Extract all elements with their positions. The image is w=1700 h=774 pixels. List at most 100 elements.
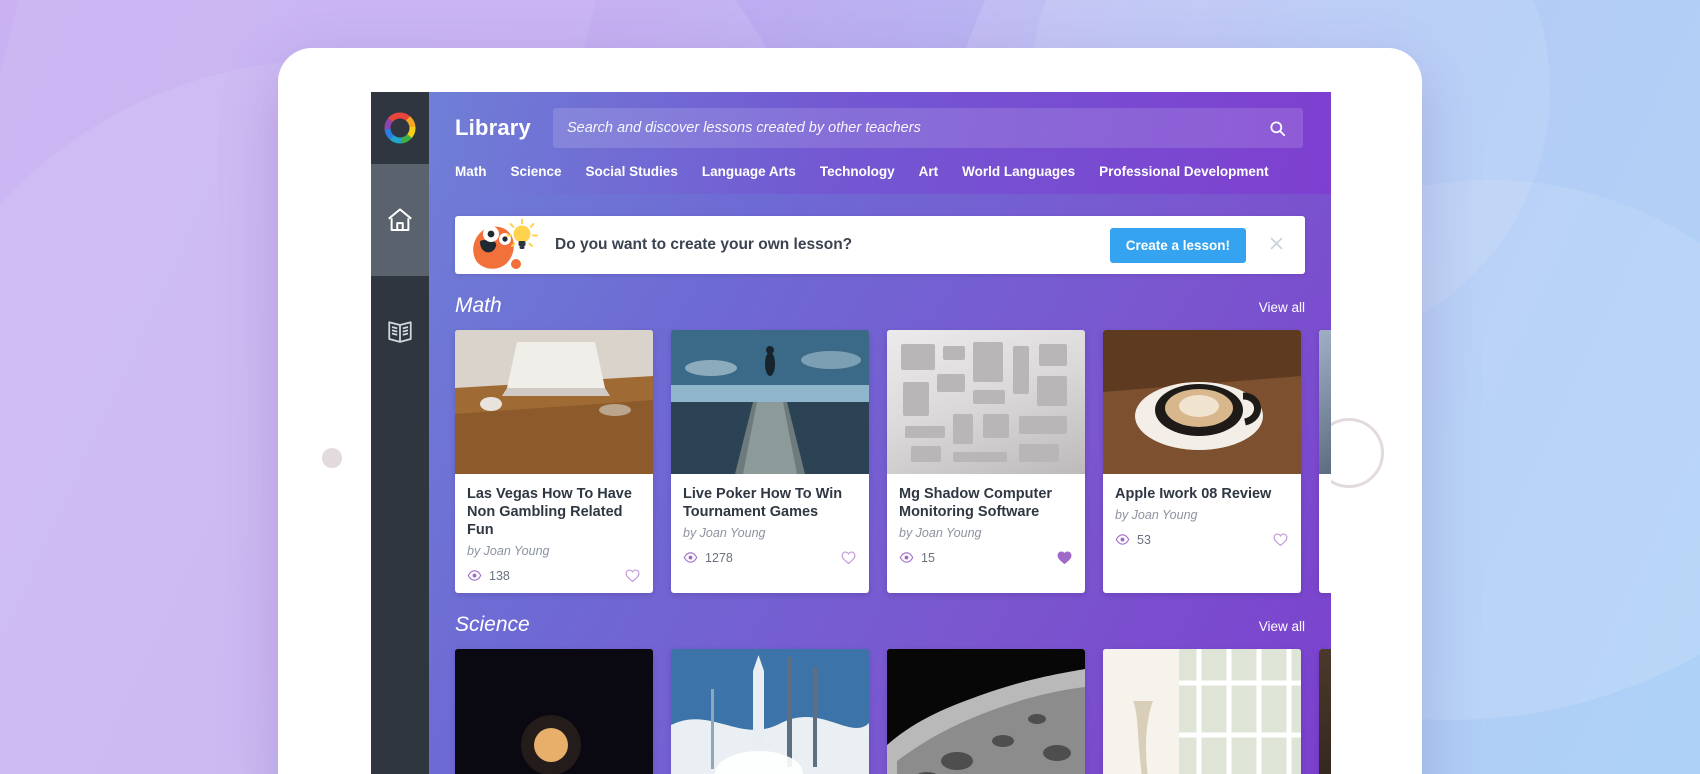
card-author: by Joan Young <box>1115 508 1198 523</box>
card-thumbnail <box>455 649 653 774</box>
sidebar-item-lessons[interactable] <box>371 276 429 388</box>
card-title: Las Vegas How To Have Non Gambling Relat… <box>467 486 632 539</box>
left-nav-rail <box>371 92 429 774</box>
section-science: Science View all <box>455 613 1331 774</box>
card-thumbnail <box>1319 330 1331 474</box>
card-body: Mg Shadow Computer Monitoring Software b… <box>887 474 1085 575</box>
close-icon <box>1270 237 1283 250</box>
heart-outline-icon <box>625 569 640 583</box>
lesson-card[interactable]: Mg Shadow Computer Monitoring Software b… <box>887 330 1085 594</box>
heart-outline-icon <box>1273 533 1288 547</box>
book-icon <box>388 321 412 343</box>
nav-item-social-studies[interactable]: Social Studies <box>586 164 678 179</box>
category-nav: Math Science Social Studies Language Art… <box>429 164 1331 194</box>
rail-logo-slot <box>371 92 429 164</box>
home-icon <box>388 208 412 231</box>
banner-message: Do you want to create your own lesson? <box>555 236 853 253</box>
card-view-count: 53 <box>1115 532 1151 547</box>
lesson-card[interactable]: Live Poker How To Win Tournament Games b… <box>671 330 869 594</box>
eye-icon <box>467 570 482 582</box>
section-math: Math View all Las Vegas How To Have Non … <box>455 294 1331 594</box>
card-body: Las Vegas How To Have Non Gambling Relat… <box>455 474 653 593</box>
card-thumbnail <box>887 649 1085 774</box>
card-row-science <box>455 649 1331 774</box>
nav-item-science[interactable]: Science <box>511 164 562 179</box>
crater-photo-art <box>887 649 1085 774</box>
lesson-card[interactable]: Las Vegas How To Have Non Gambling Relat… <box>455 330 653 594</box>
section-title: Science <box>455 613 530 637</box>
card-author: by Joan Young <box>899 526 982 541</box>
card-body: Apple Iwork 08 Review by Joan Young 53 <box>1103 474 1301 557</box>
nav-item-math[interactable]: Math <box>455 164 487 179</box>
card-meta: 1278 <box>683 549 857 566</box>
card-view-count: 15 <box>899 550 935 565</box>
app-screen: Library Math Science Social <box>371 92 1331 774</box>
sunlit-room-photo-art <box>1103 649 1301 774</box>
view-all-link-math[interactable]: View all <box>1259 300 1305 315</box>
sidebar-item-home[interactable] <box>371 164 429 276</box>
card-view-count: 1278 <box>683 550 733 565</box>
section-title: Math <box>455 294 502 317</box>
front-camera-dot <box>322 448 342 468</box>
card-views-value: 138 <box>489 568 510 583</box>
search-icon <box>1270 120 1286 136</box>
card-body <box>1319 474 1331 557</box>
search-input[interactable] <box>566 120 1266 136</box>
nav-item-professional-development[interactable]: Professional Development <box>1099 164 1269 179</box>
favorite-button[interactable] <box>1056 549 1073 566</box>
lesson-card[interactable] <box>1103 649 1301 774</box>
card-meta: 53 <box>1115 531 1289 548</box>
card-thumbnail <box>1103 330 1301 474</box>
favorite-button[interactable] <box>840 549 857 566</box>
eye-icon <box>683 552 698 563</box>
card-thumbnail <box>671 649 869 774</box>
view-all-link-science[interactable]: View all <box>1259 619 1305 634</box>
card-body: Live Poker How To Win Tournament Games b… <box>671 474 869 575</box>
card-views-value: 1278 <box>705 550 733 565</box>
tablet-device-frame: Library Math Science Social <box>278 48 1422 774</box>
eye-icon <box>1115 534 1130 545</box>
create-lesson-button[interactable]: Create a lesson! <box>1109 227 1246 263</box>
card-row-math: Las Vegas How To Have Non Gambling Relat… <box>455 330 1331 594</box>
lesson-card[interactable] <box>887 649 1085 774</box>
computer-parts-photo-art <box>901 342 1067 462</box>
section-header: Science View all <box>455 613 1305 637</box>
search-button[interactable] <box>1266 119 1289 138</box>
card-views-value: 15 <box>921 550 935 565</box>
nav-item-language-arts[interactable]: Language Arts <box>702 164 796 179</box>
coffee-photo-art <box>1103 330 1301 474</box>
nav-item-art[interactable]: Art <box>919 164 939 179</box>
close-banner-button[interactable] <box>1264 234 1289 256</box>
eye-icon <box>899 552 914 563</box>
card-thumbnail <box>455 330 653 474</box>
lesson-card[interactable] <box>671 649 869 774</box>
card-title: Live Poker How To Win Tournament Games <box>683 486 843 521</box>
content-body: Do you want to create your own lesson? C… <box>429 194 1331 774</box>
card-title: Mg Shadow Computer Monitoring Software <box>899 486 1053 521</box>
orange-mascot-lightbulb-icon <box>469 216 551 274</box>
app-header: Library Math Science Social <box>429 92 1331 194</box>
card-views-value: 53 <box>1137 532 1151 547</box>
lesson-card-partial[interactable] <box>1319 649 1331 774</box>
moon-photo-art <box>455 649 653 774</box>
card-view-count: 138 <box>467 568 510 583</box>
favorite-button[interactable] <box>624 567 641 584</box>
card-meta: 15 <box>899 549 1073 566</box>
card-thumbnail <box>887 330 1085 474</box>
favorite-button[interactable] <box>1272 531 1289 548</box>
search-bar[interactable] <box>552 108 1303 148</box>
nav-item-world-languages[interactable]: World Languages <box>962 164 1075 179</box>
card-author: by Joan Young <box>683 526 766 541</box>
page-title: Library <box>455 115 531 140</box>
lesson-card[interactable]: Apple Iwork 08 Review by Joan Young 53 <box>1103 330 1301 594</box>
card-meta: 138 <box>467 567 641 584</box>
card-author: by Joan Young <box>467 544 550 559</box>
create-lesson-banner: Do you want to create your own lesson? C… <box>455 216 1305 274</box>
section-header: Math View all <box>455 294 1305 318</box>
card-thumbnail <box>1103 649 1301 774</box>
lesson-card-partial[interactable] <box>1319 330 1331 594</box>
desk-photo-art <box>455 330 653 474</box>
lesson-card[interactable] <box>455 649 653 774</box>
nav-item-technology[interactable]: Technology <box>820 164 895 179</box>
card-title: Apple Iwork 08 Review <box>1115 486 1272 502</box>
